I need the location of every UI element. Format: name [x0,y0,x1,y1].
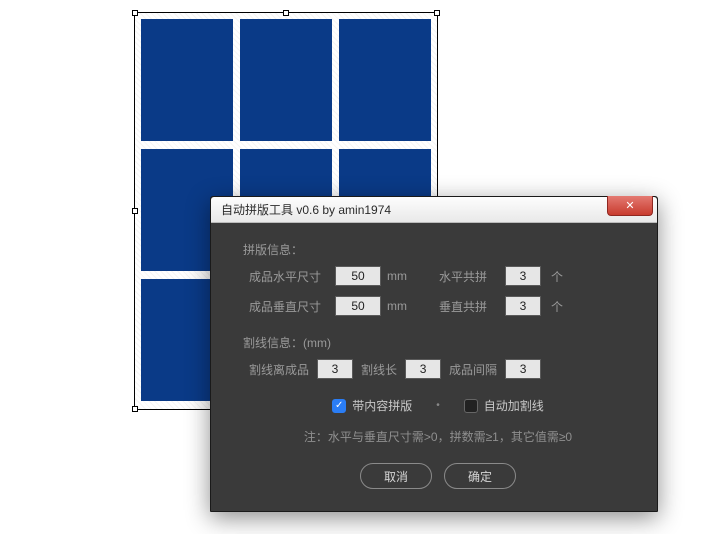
cut-length-label: 割线长 [361,361,397,378]
resize-handle-nw[interactable] [132,10,138,16]
button-row: 取消 确定 [243,463,633,489]
resize-handle-sw[interactable] [132,406,138,412]
cutline-section-label: 割线信息：(mm) [243,334,633,351]
tile [141,19,233,141]
horiz-size-label: 成品水平尺寸 [249,268,329,285]
horiz-size-input[interactable] [335,266,381,286]
checkbox-row: ✓ 带内容拼版 • 自动加割线 [243,397,633,414]
checkbox-icon [464,399,478,413]
product-gap-label: 成品间隔 [449,361,497,378]
resize-handle-w[interactable] [132,208,138,214]
vert-count-input[interactable] [505,296,541,316]
checkbox-icon: ✓ [332,399,346,413]
unit-pcs: 个 [551,298,563,315]
checkbox-with-content[interactable]: ✓ 带内容拼版 [332,397,412,414]
imposition-dialog: 自动拼版工具 v0.6 by amin1974 ✕ 拼版信息： 成品水平尺寸 m… [210,196,658,512]
vert-count-label: 垂直共拼 [439,298,499,315]
separator-dot: • [436,400,440,411]
tile [240,19,332,141]
row-cutline: 割线离成品 割线长 成品间隔 [243,359,633,379]
close-button[interactable]: ✕ [607,196,653,216]
resize-handle-n[interactable] [283,10,289,16]
ok-button[interactable]: 确定 [444,463,516,489]
row-horiz-size: 成品水平尺寸 mm 水平共拼 个 [243,266,633,286]
checkbox-cutline-label: 自动加割线 [484,397,544,414]
unit-pcs: 个 [551,268,563,285]
dialog-body: 拼版信息： 成品水平尺寸 mm 水平共拼 个 成品垂直尺寸 mm 垂直共拼 个 … [211,223,657,511]
cut-distance-label: 割线离成品 [249,361,309,378]
vert-size-input[interactable] [335,296,381,316]
unit-mm: mm [387,299,409,313]
dialog-title: 自动拼版工具 v0.6 by amin1974 [221,201,391,218]
checkbox-auto-cutline[interactable]: 自动加割线 [464,397,544,414]
tile [339,19,431,141]
note-text: 注：水平与垂直尺寸需>0，拼数需≥1，其它值需≥0 [243,428,633,445]
vert-size-label: 成品垂直尺寸 [249,298,329,315]
cut-distance-input[interactable] [317,359,353,379]
imposition-section-label: 拼版信息： [243,241,633,258]
cut-length-input[interactable] [405,359,441,379]
row-vert-size: 成品垂直尺寸 mm 垂直共拼 个 [243,296,633,316]
checkbox-content-label: 带内容拼版 [352,397,412,414]
horiz-count-input[interactable] [505,266,541,286]
product-gap-input[interactable] [505,359,541,379]
horiz-count-label: 水平共拼 [439,268,499,285]
cancel-button[interactable]: 取消 [360,463,432,489]
close-icon: ✕ [625,199,634,212]
dialog-titlebar[interactable]: 自动拼版工具 v0.6 by amin1974 ✕ [211,197,657,223]
resize-handle-ne[interactable] [434,10,440,16]
unit-mm: mm [387,269,409,283]
